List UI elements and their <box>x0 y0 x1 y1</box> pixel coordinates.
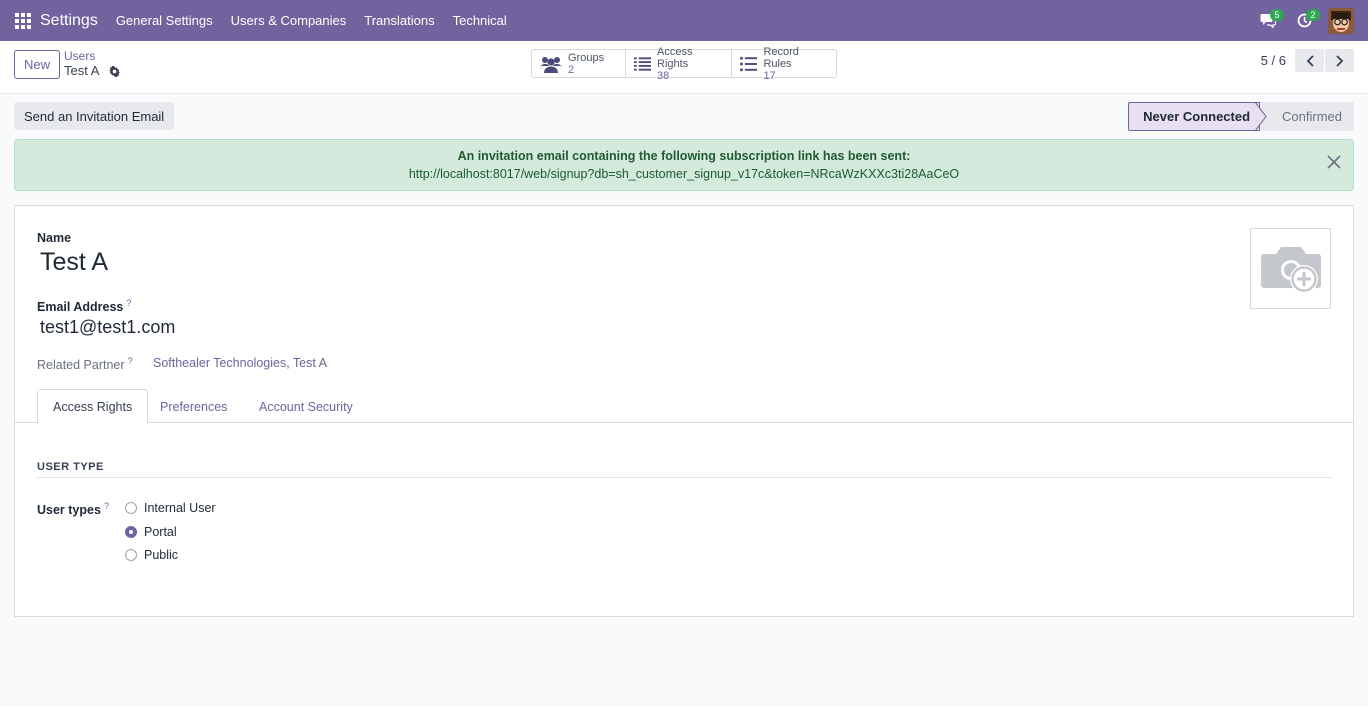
status-confirmed[interactable]: Confirmed <box>1260 102 1354 131</box>
pager-value[interactable]: 5 / 6 <box>1261 53 1286 68</box>
list-icon <box>634 56 652 71</box>
help-icon[interactable]: ? <box>128 356 133 366</box>
menu-general-settings[interactable]: General Settings <box>116 13 213 28</box>
status-never-connected[interactable]: Never Connected <box>1128 102 1261 131</box>
tab-preferences[interactable]: Preferences <box>160 389 227 424</box>
name-field[interactable]: Test A <box>40 248 108 277</box>
radio-button[interactable] <box>125 502 137 514</box>
alert-link[interactable]: http://localhost:8017/web/signup?db=sh_c… <box>15 167 1353 181</box>
pager-previous-button[interactable] <box>1295 49 1324 72</box>
camera-add-icon <box>1260 246 1321 293</box>
groups-count: 2 <box>568 63 575 76</box>
chevron-right-icon <box>1335 54 1343 67</box>
gear-icon[interactable] <box>109 65 120 80</box>
radio-portal[interactable]: Portal <box>125 525 177 539</box>
access-rights-smart-button[interactable]: Access Rights 38 <box>626 46 732 82</box>
name-label: Name <box>37 231 72 245</box>
control-panel: New Users Test A Groups 2 Access Rights … <box>0 41 1368 94</box>
notebook-tabs: Access Rights Preferences Account Securi… <box>15 389 1353 424</box>
tab-account-security[interactable]: Account Security <box>259 389 353 424</box>
activities-button[interactable]: 2 <box>1286 0 1322 41</box>
divider <box>37 477 1332 478</box>
pager-next-button[interactable] <box>1325 49 1354 72</box>
partner-label: Related Partner? <box>37 356 133 372</box>
radio-label: Portal <box>144 525 177 539</box>
user-avatar[interactable] <box>1328 7 1354 34</box>
help-icon[interactable]: ? <box>126 298 131 308</box>
activities-badge: 2 <box>1306 9 1320 21</box>
user-types-label-text: User types <box>37 503 101 518</box>
send-invitation-button[interactable]: Send an Invitation Email <box>14 102 175 130</box>
radio-label: Internal User <box>144 501 216 515</box>
top-navbar: Settings General Settings Users & Compan… <box>0 0 1368 41</box>
radio-public[interactable]: Public <box>125 548 178 562</box>
form-sheet: Name Test A Email Address? test1@test1.c… <box>14 205 1354 617</box>
email-field[interactable]: test1@test1.com <box>40 317 175 338</box>
users-icon <box>540 56 562 73</box>
partner-link[interactable]: Softhealer Technologies, Test A <box>153 356 327 370</box>
list-icon <box>740 56 758 71</box>
help-icon[interactable]: ? <box>104 501 109 511</box>
status-bar: Never Connected Confirmed <box>1128 102 1354 131</box>
partner-label-text: Related Partner <box>37 358 125 373</box>
breadcrumb-users-link[interactable]: Users <box>64 49 120 63</box>
section-title: USER TYPE <box>37 461 104 473</box>
status-arrow-icon <box>1255 102 1267 131</box>
invitation-alert: An invitation email containing the follo… <box>14 139 1354 191</box>
record-rules-count: 17 <box>763 69 776 82</box>
photo-upload[interactable] <box>1250 228 1331 309</box>
access-rights-count: 38 <box>657 69 670 82</box>
messages-badge: 5 <box>1270 9 1284 21</box>
breadcrumb: Users Test A <box>64 49 120 80</box>
radio-button-checked[interactable] <box>125 526 137 538</box>
email-label-text: Email Address <box>37 300 124 315</box>
close-icon[interactable] <box>1327 155 1341 172</box>
chevron-left-icon <box>1306 54 1314 67</box>
messages-button[interactable]: 5 <box>1250 0 1286 41</box>
menu-technical[interactable]: Technical <box>453 13 507 28</box>
groups-smart-button[interactable]: Groups 2 <box>532 50 626 77</box>
menu-translations[interactable]: Translations <box>364 13 434 28</box>
alert-title: An invitation email containing the follo… <box>457 149 911 163</box>
breadcrumb-current: Test A <box>64 63 100 78</box>
access-rights-label: Access Rights <box>657 45 693 70</box>
tab-access-rights[interactable]: Access Rights <box>37 389 149 424</box>
user-types-label: User types? <box>37 501 109 517</box>
smart-buttons: Groups 2 Access Rights 38 Record Rules 1… <box>531 46 837 82</box>
app-name[interactable]: Settings <box>40 12 98 30</box>
record-rules-label: Record Rules <box>763 45 799 70</box>
email-label: Email Address? <box>37 298 131 314</box>
pager: 5 / 6 <box>1261 49 1354 72</box>
radio-label: Public <box>144 548 179 562</box>
radio-button[interactable] <box>125 549 137 561</box>
menu-users-companies[interactable]: Users & Companies <box>231 13 347 28</box>
record-rules-smart-button[interactable]: Record Rules 17 <box>732 46 836 82</box>
radio-internal-user[interactable]: Internal User <box>125 501 216 515</box>
new-button[interactable]: New <box>14 50 60 79</box>
groups-label: Groups <box>568 51 605 64</box>
